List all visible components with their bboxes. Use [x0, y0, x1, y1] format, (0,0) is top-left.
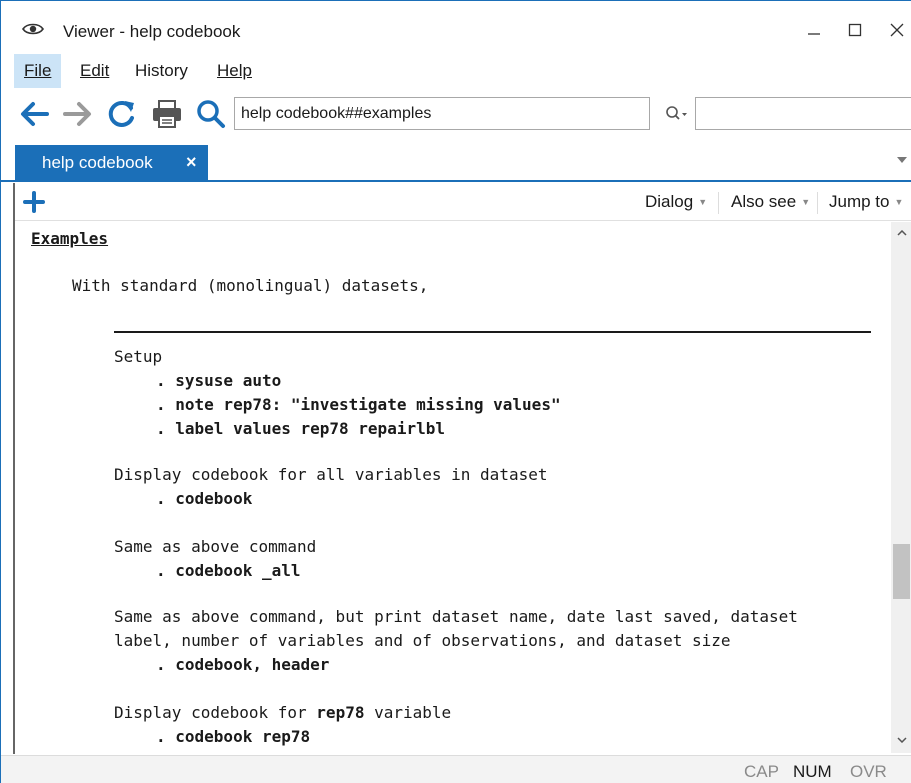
- print-icon: [153, 100, 181, 128]
- section-label-suffix: variable: [364, 703, 452, 722]
- command-line[interactable]: . codebook _all: [156, 561, 301, 580]
- print-button[interactable]: [150, 96, 184, 132]
- section-label: Setup: [114, 347, 163, 366]
- overwrite-indicator: OVR: [850, 762, 887, 781]
- section-label: Same as above command, but print dataset…: [114, 607, 798, 626]
- menu-file[interactable]: File: [14, 54, 62, 88]
- menu-edit[interactable]: Edit: [70, 54, 119, 88]
- tab-label: help codebook: [42, 153, 153, 172]
- scroll-up-arrow-icon[interactable]: [897, 230, 907, 236]
- search-input[interactable]: [695, 97, 911, 130]
- toolbar-divider: [817, 192, 818, 214]
- section-label: Same as above command: [114, 537, 317, 556]
- examples-heading[interactable]: Examples: [31, 229, 108, 248]
- close-icon: [890, 23, 904, 37]
- status-bar: CAP NUM OVR: [1, 755, 911, 783]
- scrollbar-thumb[interactable]: [893, 544, 910, 599]
- address-bar[interactable]: help codebook##examples: [234, 97, 650, 130]
- jump-to-label: Jump to: [829, 192, 890, 211]
- search-options-button[interactable]: [664, 104, 690, 124]
- dialog-label: Dialog: [645, 192, 694, 211]
- menu-help[interactable]: Help: [207, 54, 262, 88]
- menu-history[interactable]: History: [125, 54, 198, 88]
- tab-help-codebook[interactable]: help codebook ×: [15, 145, 208, 182]
- title-bar: Viewer - help codebook: [1, 1, 911, 49]
- viewer-window: Viewer - help codebook File Edit History…: [0, 0, 911, 783]
- command-line[interactable]: . note rep78: "investigate missing value…: [156, 395, 561, 414]
- menu-history-label: History: [135, 61, 188, 80]
- section-rule: [114, 331, 871, 333]
- command-line[interactable]: . codebook: [156, 489, 252, 508]
- intro-text: With standard (monolingual) datasets,: [72, 276, 429, 295]
- vertical-scrollbar[interactable]: [891, 222, 911, 753]
- section-label: Display codebook for all variables in da…: [114, 465, 548, 484]
- tab-list-dropdown-icon[interactable]: [896, 156, 908, 164]
- minimize-button[interactable]: [798, 15, 830, 45]
- jump-to-button[interactable]: Jump to ▼: [829, 183, 903, 221]
- scroll-down-arrow-icon[interactable]: [897, 737, 907, 743]
- tab-close-icon[interactable]: ×: [186, 152, 197, 173]
- dialog-button[interactable]: Dialog ▼: [645, 183, 707, 221]
- caps-lock-indicator: CAP: [744, 762, 779, 781]
- variable-name: rep78: [316, 703, 365, 722]
- menu-file-label: File: [24, 61, 52, 80]
- num-lock-indicator: NUM: [793, 762, 832, 781]
- forward-arrow-icon: [63, 102, 91, 126]
- forward-button[interactable]: [61, 96, 95, 132]
- window-title: Viewer - help codebook: [63, 22, 241, 41]
- close-button[interactable]: [881, 15, 911, 45]
- command-line[interactable]: . label values rep78 repairlbl: [156, 419, 445, 438]
- menu-help-label: Help: [217, 61, 252, 80]
- minimize-icon: [808, 33, 820, 35]
- section-label: Display codebook for rep78 variable: [114, 703, 451, 722]
- menu-bar: File Edit History Help: [1, 54, 911, 88]
- menu-edit-label: Edit: [80, 61, 110, 80]
- also-see-label: Also see: [731, 192, 797, 211]
- refresh-icon: [108, 100, 134, 127]
- maximize-button[interactable]: [839, 15, 871, 45]
- refresh-button[interactable]: [105, 96, 139, 132]
- command-line[interactable]: . sysuse auto: [156, 371, 281, 390]
- toolbar-divider: [718, 192, 719, 214]
- eye-icon: [22, 23, 44, 35]
- search-icon: [197, 100, 225, 128]
- find-button[interactable]: [194, 96, 228, 132]
- dialog-chevron-down-icon: ▼: [698, 197, 708, 207]
- section-label-prefix: Display codebook for: [114, 703, 317, 722]
- back-button[interactable]: [17, 96, 51, 132]
- jump-to-chevron-down-icon: ▼: [894, 197, 904, 207]
- magnifier-dropdown-icon: [666, 106, 687, 120]
- also-see-button[interactable]: Also see ▼: [731, 183, 810, 221]
- command-line[interactable]: . codebook, header: [156, 655, 329, 674]
- command-line[interactable]: . codebook rep78: [156, 727, 310, 746]
- also-see-chevron-down-icon: ▼: [801, 197, 811, 207]
- help-content-frame: Dialog ▼ Also see ▼ Jump to ▼ Examples With…: [13, 183, 911, 754]
- content-toolbar: Dialog ▼ Also see ▼ Jump to ▼: [15, 183, 911, 221]
- back-arrow-icon: [21, 102, 49, 126]
- maximize-icon: [848, 23, 862, 37]
- section-label: label, number of variables and of observ…: [114, 631, 731, 650]
- new-tab-plus-icon[interactable]: [23, 191, 45, 213]
